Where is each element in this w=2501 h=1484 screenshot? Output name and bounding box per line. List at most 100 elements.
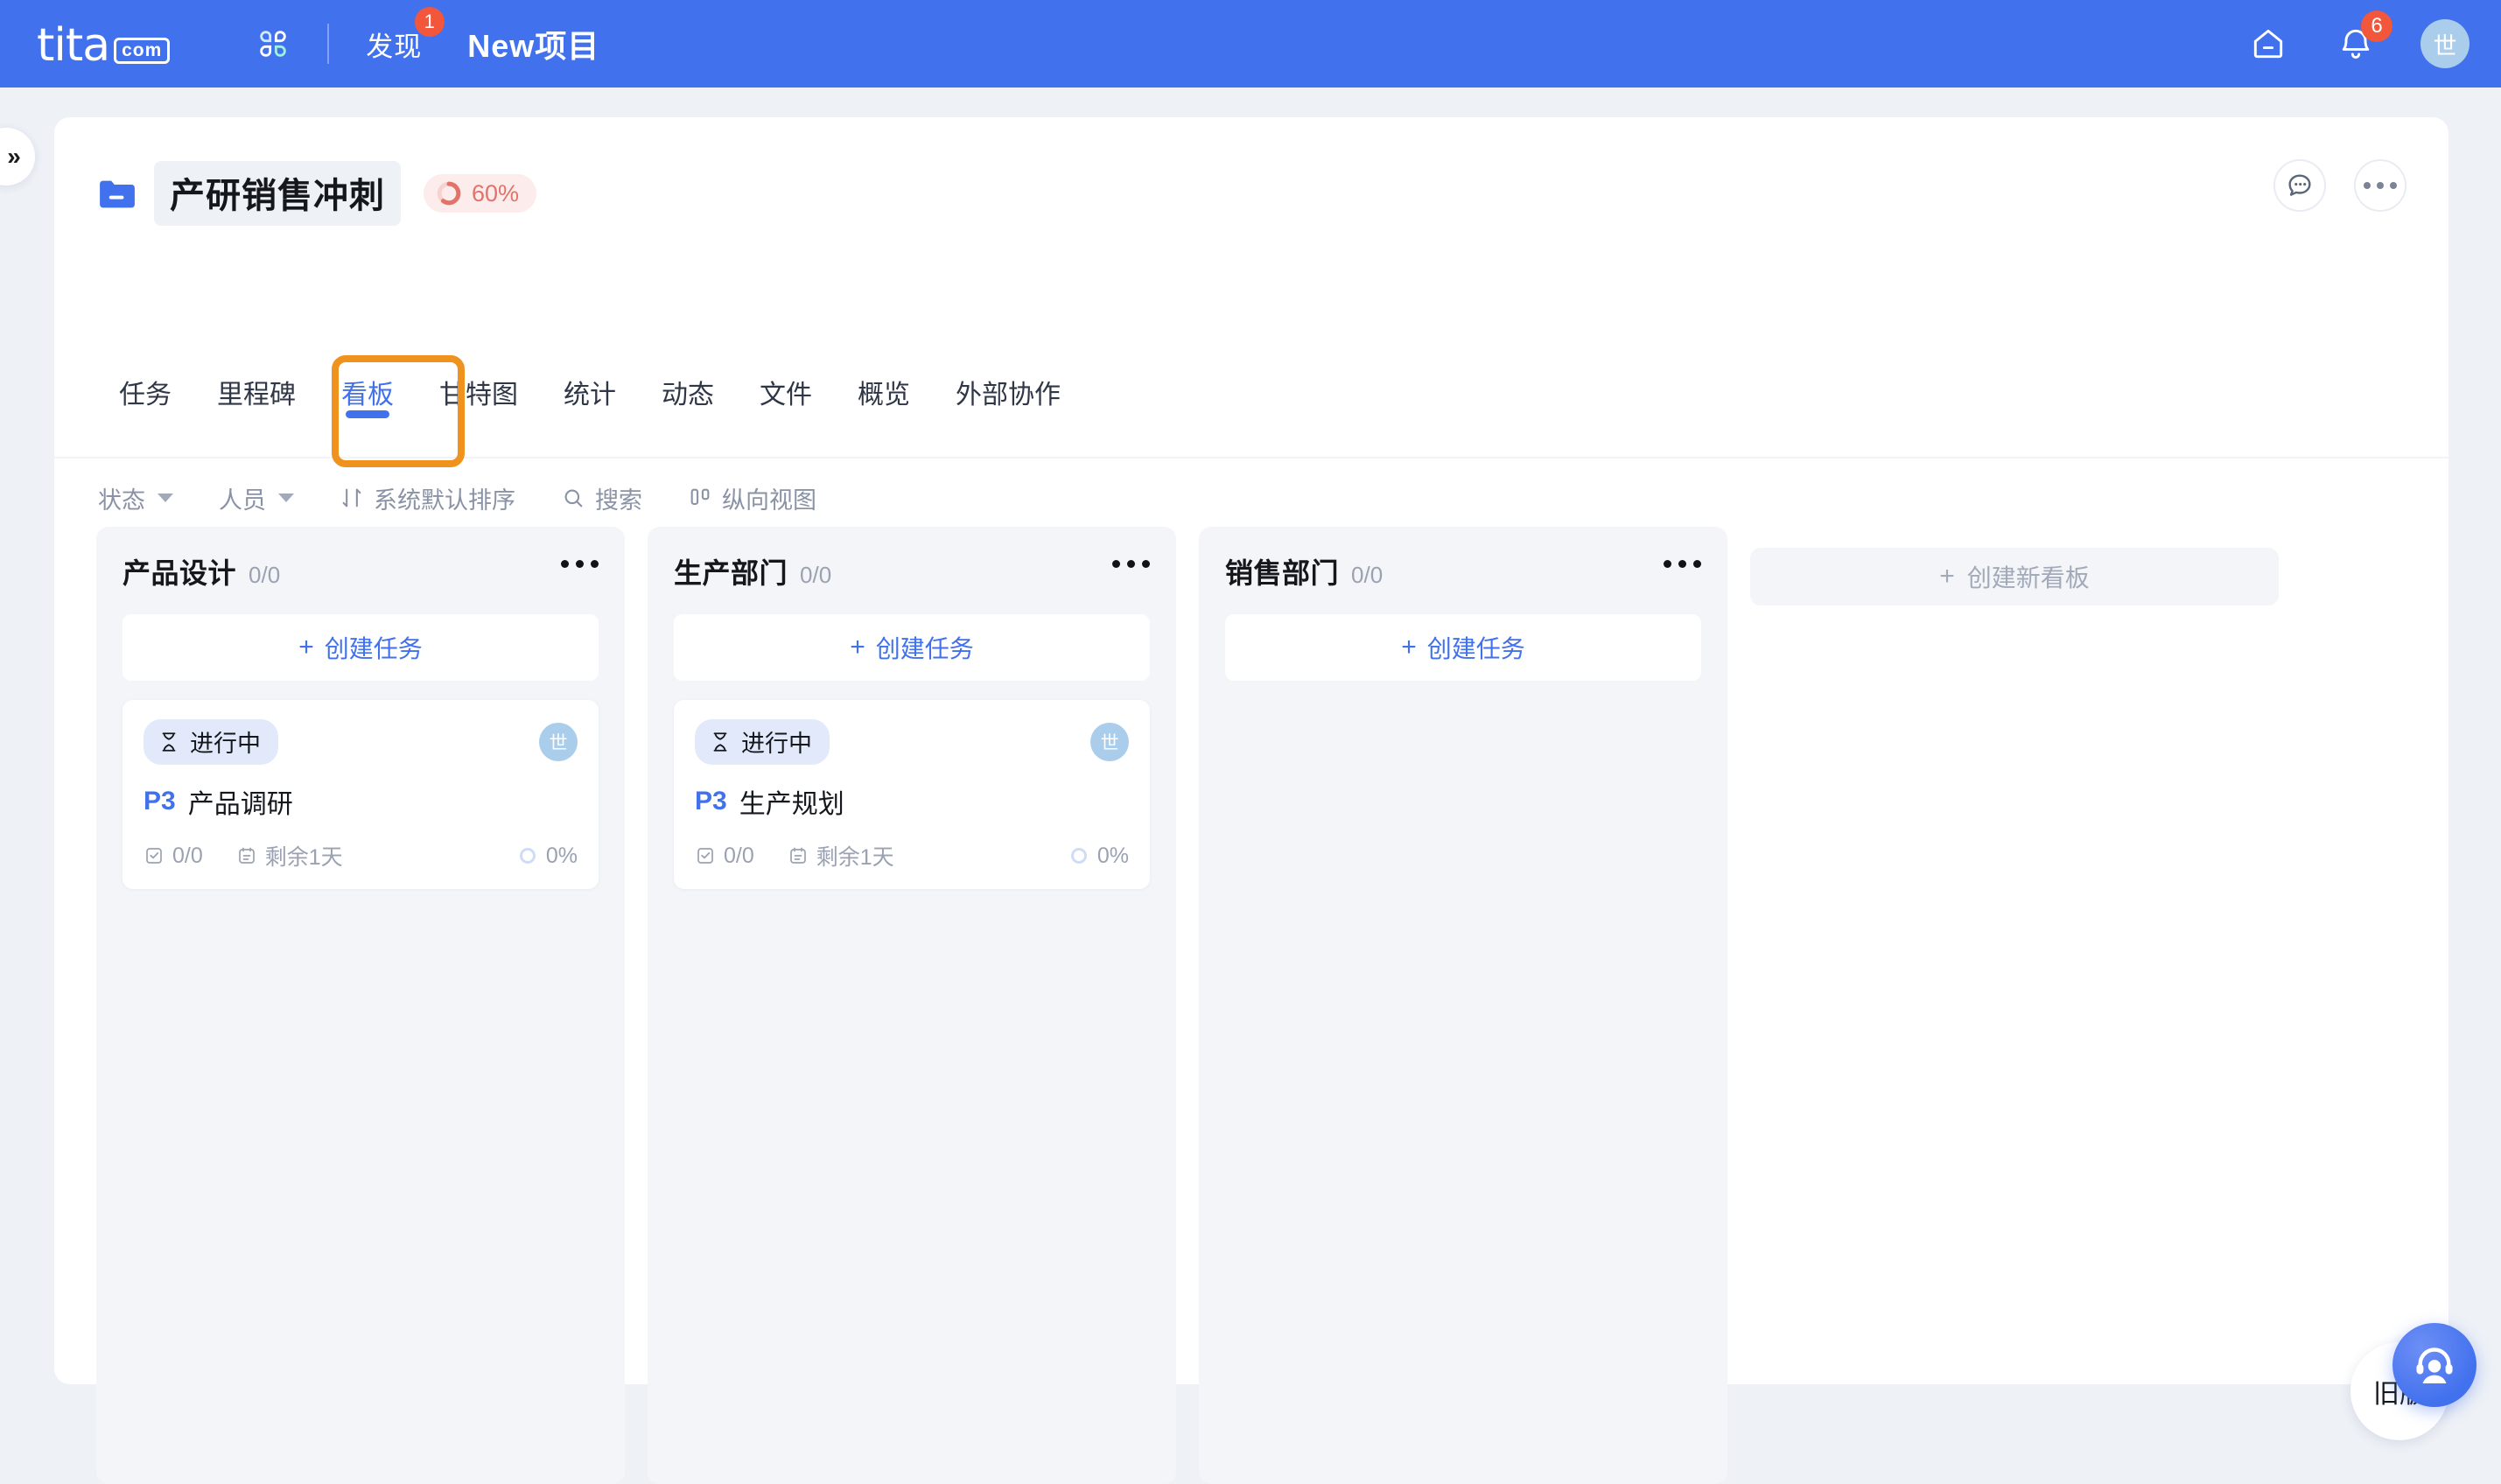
task-progress: 0% <box>517 844 578 869</box>
tab-bar-divider <box>54 457 2448 458</box>
search-label: 搜索 <box>595 486 642 514</box>
task-subtask-count: 0/0 <box>695 844 754 869</box>
calendar-icon <box>789 847 806 864</box>
view-mode-control[interactable]: 纵向视图 <box>688 481 816 515</box>
tab-overview[interactable]: 概览 <box>835 362 933 430</box>
create-board-button[interactable]: + 创建新看板 <box>1750 548 2279 606</box>
tab-label: 外部协作 <box>956 381 1061 410</box>
tab-activity[interactable]: 动态 <box>639 362 737 430</box>
top-nav-actions: 6 世 <box>2245 10 2469 68</box>
avatar-initial: 世 <box>549 733 568 753</box>
plus-icon: + <box>1939 562 1955 591</box>
apps-grid-icon[interactable] <box>254 24 292 63</box>
create-task-label: 创建任务 <box>1426 635 1525 662</box>
subtask-count-label: 0/0 <box>724 843 754 868</box>
tab-bar: 任务 里程碑 看板 甘特图 统计 动态 文件 概览 外部协作 <box>96 362 1083 430</box>
vertical-view-icon <box>690 488 710 506</box>
kanban-column-product-design: 产品设计 0/0 + 创建任务 进行中 世 P3 产品调研 0/0 剩余1天 0… <box>96 527 625 1484</box>
tab-label: 动态 <box>662 381 714 410</box>
home-icon[interactable] <box>2245 21 2291 66</box>
tab-external-collab[interactable]: 外部协作 <box>933 362 1083 430</box>
column-title: 销售部门 <box>1225 557 1340 589</box>
tab-label: 看板 <box>341 381 394 410</box>
tab-statistics[interactable]: 统计 <box>541 362 639 430</box>
tita-logo[interactable]: tita com <box>37 19 171 68</box>
create-task-button[interactable]: + 创建任务 <box>674 614 1150 681</box>
page-title: 产研销售冲刺 <box>154 161 401 226</box>
view-mode-label: 纵向视图 <box>722 486 816 514</box>
column-count: 0/0 <box>1351 562 1384 588</box>
task-title: 生产规划 <box>739 790 844 819</box>
tab-label: 甘特图 <box>439 381 518 410</box>
column-header: 产品设计 0/0 <box>123 551 599 598</box>
task-priority: P3 <box>144 787 176 816</box>
more-dots <box>2364 182 2397 189</box>
project-progress-badge: 60% <box>424 174 537 213</box>
project-progress-label: 60% <box>472 179 520 206</box>
column-menu-icon[interactable] <box>561 560 599 568</box>
folder-icon <box>98 178 137 209</box>
status-badge[interactable]: 进行中 <box>144 719 278 765</box>
user-avatar[interactable]: 世 <box>2420 19 2469 68</box>
task-progress-label: 0% <box>545 843 578 868</box>
sort-icon <box>342 488 361 508</box>
tab-label: 文件 <box>760 381 812 410</box>
task-title: 产品调研 <box>187 790 293 819</box>
bell-icon[interactable]: 6 <box>2333 10 2392 66</box>
search-icon <box>564 489 583 508</box>
task-due: 剩余1天 <box>236 840 343 872</box>
task-card[interactable]: 进行中 世 P3 产品调研 0/0 剩余1天 0% <box>123 700 599 889</box>
more-horizontal-icon[interactable] <box>2354 159 2406 212</box>
task-progress: 0% <box>1068 844 1129 869</box>
chevron-down-icon <box>158 494 173 502</box>
headset-support-icon <box>2416 1348 2453 1383</box>
double-chevron-right-icon: » <box>7 143 21 170</box>
plus-icon: + <box>850 633 865 662</box>
filter-member[interactable]: 人员 <box>219 481 294 515</box>
project-switcher[interactable]: New项目 <box>467 21 599 66</box>
tab-gantt[interactable]: 甘特图 <box>417 362 541 430</box>
column-menu-icon[interactable] <box>1112 560 1150 568</box>
progress-ring-icon <box>1070 848 1087 864</box>
tab-kanban[interactable]: 看板 <box>319 362 417 430</box>
create-task-label: 创建任务 <box>875 635 974 662</box>
task-assignee-avatar[interactable]: 世 <box>539 723 578 761</box>
board-toolbar: 状态 人员 系统默认排序 搜索 纵向视图 <box>98 471 862 525</box>
status-badge[interactable]: 进行中 <box>695 719 830 765</box>
support-chat-button[interactable] <box>2392 1323 2476 1407</box>
create-task-button[interactable]: + 创建任务 <box>123 614 599 681</box>
task-due-label: 剩余1天 <box>264 845 343 870</box>
task-card[interactable]: 进行中 世 P3 生产规划 0/0 剩余1天 0% <box>674 700 1150 889</box>
task-progress-label: 0% <box>1096 843 1129 868</box>
avatar-initial: 世 <box>1100 733 1119 753</box>
top-navigation-bar: tita com 发现 1 New项目 6 世 <box>0 0 2501 88</box>
task-title-row: P3 生产规划 <box>695 782 1129 821</box>
sidebar-expand-button[interactable]: » <box>0 128 35 186</box>
tab-label: 任务 <box>119 381 172 410</box>
column-menu-icon[interactable] <box>1664 560 1701 568</box>
column-count: 0/0 <box>249 562 281 588</box>
tab-label: 统计 <box>564 381 616 410</box>
column-count: 0/0 <box>800 562 832 588</box>
progress-ring-icon <box>519 848 536 864</box>
tab-files[interactable]: 文件 <box>737 362 835 430</box>
search-control[interactable]: 搜索 <box>561 481 642 515</box>
nav-item-discover-label: 发现 <box>366 31 423 62</box>
status-badge-label: 进行中 <box>190 731 261 757</box>
plus-icon: + <box>1401 633 1417 662</box>
column-header: 销售部门 0/0 <box>1225 551 1701 598</box>
task-due: 剩余1天 <box>788 840 894 872</box>
nav-item-discover[interactable]: 发现 1 <box>366 6 445 64</box>
tab-milestones[interactable]: 里程碑 <box>194 362 319 430</box>
task-priority: P3 <box>695 787 727 816</box>
comment-bubble-icon[interactable] <box>2273 159 2326 212</box>
create-task-button[interactable]: + 创建任务 <box>1225 614 1701 681</box>
column-header: 生产部门 0/0 <box>674 551 1150 598</box>
tab-tasks[interactable]: 任务 <box>96 362 194 430</box>
sort-control[interactable]: 系统默认排序 <box>340 481 515 515</box>
filter-status[interactable]: 状态 <box>98 481 173 515</box>
filter-member-label: 人员 <box>219 486 266 514</box>
active-tab-underline <box>346 410 389 418</box>
sort-label: 系统默认排序 <box>374 486 515 514</box>
task-assignee-avatar[interactable]: 世 <box>1090 723 1129 761</box>
